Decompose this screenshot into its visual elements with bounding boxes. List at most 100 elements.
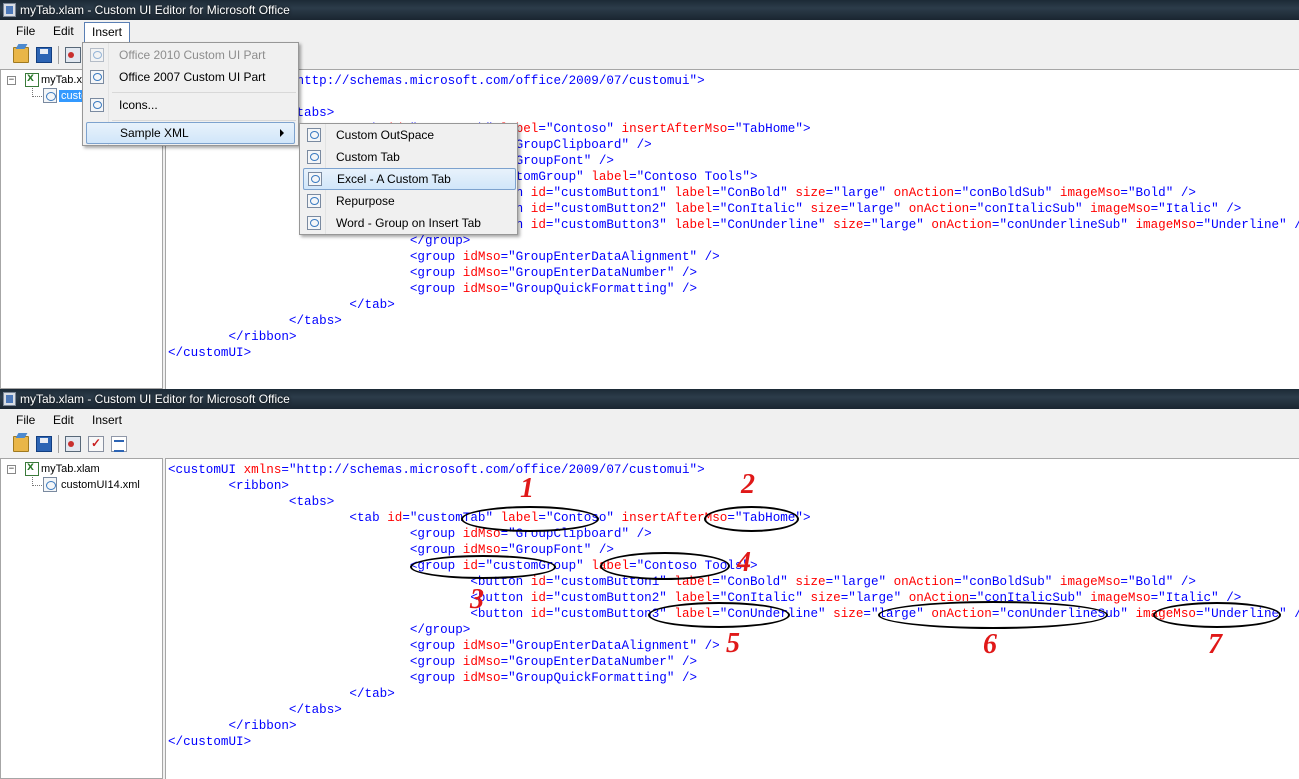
menu-item-office-2007-part[interactable]: Office 2007 Custom UI Part — [86, 67, 295, 89]
app-icon — [3, 3, 16, 17]
open-icon[interactable] — [13, 436, 29, 452]
menu-item-label: Sample XML — [120, 126, 189, 140]
image-icon — [90, 98, 104, 112]
xml-sample-icon — [308, 172, 322, 186]
code-line: <ribbon> — [228, 479, 289, 493]
editor-window-bottom: myTab.xlam - Custom UI Editor for Micros… — [0, 389, 1299, 779]
menu-edit[interactable]: Edit — [50, 24, 77, 38]
code-line: </tabs> — [288, 703, 342, 717]
menu-insert[interactable]: Insert — [89, 413, 125, 427]
xml-part-icon — [90, 48, 104, 62]
annotation-number-6: 6 — [983, 629, 997, 660]
menu-separator — [112, 120, 296, 121]
code-line: <button id="customButton1" label="ConBol… — [470, 575, 1196, 589]
xml-sample-icon — [307, 194, 321, 208]
tree-connector — [32, 477, 42, 486]
window-title: myTab.xlam - Custom UI Editor for Micros… — [20, 3, 290, 17]
menu-separator — [112, 92, 296, 93]
insert-dropdown-menu: Office 2010 Custom UI Part Office 2007 C… — [82, 42, 299, 146]
annotation-number-3: 3 — [470, 584, 484, 615]
menu-bar: File Edit Insert — [0, 20, 1299, 42]
code-line: </tab> — [349, 687, 395, 701]
annotation-number-2: 2 — [741, 469, 755, 500]
submenu-item-repurpose[interactable]: Repurpose — [303, 191, 516, 213]
code-line: <group idMso="GroupEnterDataNumber" /> — [409, 266, 698, 280]
menu-file[interactable]: File — [13, 24, 38, 38]
sample-xml-submenu: Custom OutSpace Custom Tab Excel - A Cus… — [299, 123, 518, 235]
save-icon[interactable] — [36, 436, 52, 452]
code-line: </tabs> — [288, 314, 342, 328]
annotation-circle — [1153, 602, 1281, 628]
editor-window-top: myTab.xlam - Custom UI Editor for Micros… — [0, 0, 1299, 389]
annotation-circle — [878, 601, 1108, 629]
collapse-icon[interactable]: − — [7, 465, 16, 474]
submenu-item-label: Word - Group on Insert Tab — [336, 216, 481, 230]
xml-file-icon — [43, 477, 57, 492]
xml-sample-icon — [307, 216, 321, 230]
menu-item-sample-xml[interactable]: Sample XML — [86, 122, 295, 144]
submenu-item-excel-custom-tab[interactable]: Excel - A Custom Tab — [303, 168, 516, 190]
tree-root-label[interactable]: myTab.x — [41, 74, 82, 86]
toolbar-separator — [58, 435, 59, 453]
submenu-item-label: Custom OutSpace — [336, 128, 435, 142]
excel-file-icon — [25, 462, 39, 476]
submenu-item-label: Repurpose — [336, 194, 395, 208]
format-icon[interactable] — [111, 436, 127, 452]
code-line: </ribbon> — [228, 719, 297, 733]
menu-item-icons[interactable]: Icons... — [86, 95, 295, 117]
save-icon[interactable] — [36, 47, 52, 63]
annotation-number-7: 7 — [1208, 629, 1222, 660]
menu-item-label: Icons... — [119, 98, 158, 112]
excel-file-icon — [25, 73, 39, 87]
code-line: </ribbon> — [228, 330, 297, 344]
xml-file-icon — [43, 88, 57, 103]
menu-insert[interactable]: Insert — [84, 22, 131, 42]
submenu-item-label: Custom Tab — [336, 150, 400, 164]
app-icon — [3, 392, 16, 406]
submenu-item-custom-outspace[interactable]: Custom OutSpace — [303, 125, 516, 147]
code-line: <customUI xmlns="http://schemas.microsof… — [168, 463, 705, 477]
menu-item-label: Office 2010 Custom UI Part — [119, 48, 266, 62]
annotation-circle — [461, 506, 599, 532]
code-line: <group idMso="GroupQuickFormatting" /> — [409, 282, 698, 296]
submenu-arrow-icon — [280, 129, 284, 137]
toolbar-separator — [58, 46, 59, 64]
code-line: <customUI xmlns="http://schemas.microsof… — [168, 74, 705, 88]
code-line: </tab> — [349, 298, 395, 312]
code-line: <group id="customGroup" label="Contoso T… — [409, 559, 758, 573]
annotation-number-1: 1 — [520, 473, 534, 504]
annotation-circle — [600, 552, 730, 580]
toolbar — [0, 431, 1299, 458]
annotation-number-5: 5 — [726, 628, 740, 659]
menu-item-office-2010-part[interactable]: Office 2010 Custom UI Part — [86, 45, 295, 67]
code-line: <ribbon> — [168, 89, 1299, 105]
submenu-item-word-group-insert-tab[interactable]: Word - Group on Insert Tab — [303, 213, 516, 235]
insert-icons-icon[interactable] — [65, 47, 81, 63]
menu-item-label: Office 2007 Custom UI Part — [119, 70, 266, 84]
code-line: <group idMso="GroupFont" /> — [409, 543, 614, 557]
code-line: </customUI> — [168, 735, 252, 749]
code-line: <group idMso="GroupQuickFormatting" /> — [409, 671, 698, 685]
tree-connector — [32, 88, 42, 97]
title-bar: myTab.xlam - Custom UI Editor for Micros… — [0, 0, 1299, 20]
submenu-item-custom-tab[interactable]: Custom Tab — [303, 147, 516, 169]
xml-sample-icon — [307, 150, 321, 164]
xml-sample-icon — [307, 128, 321, 142]
open-icon[interactable] — [13, 47, 29, 63]
menu-bar: File Edit Insert — [0, 409, 1299, 431]
code-line: <tabs> — [288, 106, 335, 120]
tree-child-label[interactable]: customUI14.xml — [61, 479, 140, 491]
annotation-number-4: 4 — [737, 547, 751, 578]
xml-part-icon — [90, 70, 104, 84]
validate-icon[interactable] — [88, 436, 104, 452]
tree-pane: − myTab.xlam customUI14.xml — [0, 458, 163, 779]
tree-root-label[interactable]: myTab.xlam — [41, 463, 100, 475]
annotation-circle — [704, 506, 799, 532]
insert-icons-icon[interactable] — [65, 436, 81, 452]
title-bar: myTab.xlam - Custom UI Editor for Micros… — [0, 389, 1299, 409]
annotation-circle — [410, 555, 556, 579]
menu-edit[interactable]: Edit — [50, 413, 77, 427]
code-line: </customUI> — [168, 346, 252, 360]
collapse-icon[interactable]: − — [7, 76, 16, 85]
menu-file[interactable]: File — [13, 413, 38, 427]
